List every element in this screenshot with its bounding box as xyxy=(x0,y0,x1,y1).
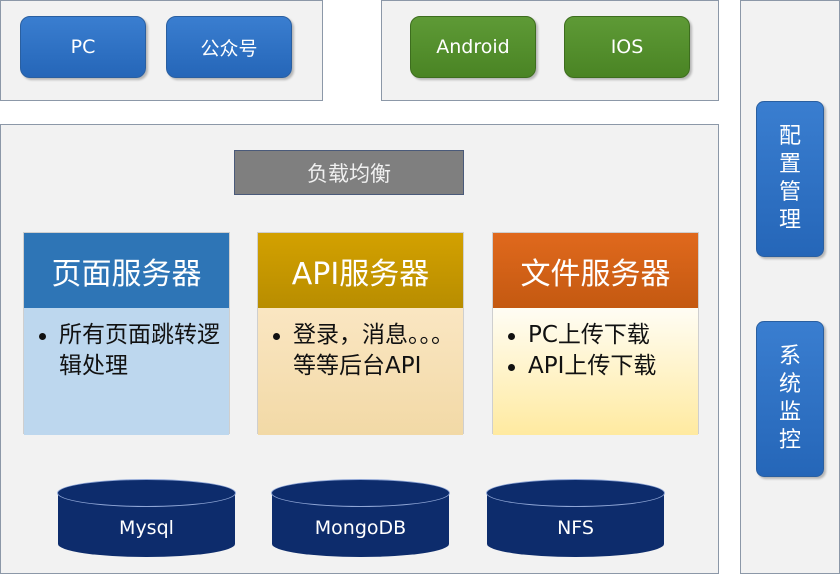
client-android-label: Android xyxy=(436,36,510,58)
list-item: 登录，消息。。。等等后台API xyxy=(268,320,455,382)
client-pc-label: PC xyxy=(70,36,96,58)
api-server-item: 登录，消息。。。等等后台API xyxy=(293,322,454,379)
page-server-title: 页面服务器 xyxy=(24,233,229,308)
database-nfs: NFS xyxy=(486,479,665,557)
list-item: PC上传下载 xyxy=(503,320,690,351)
file-server-item-pc: PC上传下载 xyxy=(528,322,650,348)
client-wechat-label: 公众号 xyxy=(200,37,258,60)
file-server-body: PC上传下载 API上传下载 xyxy=(493,308,698,435)
page-server: 页面服务器 所有页面跳转逻辑处理 xyxy=(23,232,230,435)
client-pc: PC xyxy=(20,16,146,78)
api-server: API服务器 登录，消息。。。等等后台API xyxy=(257,232,464,435)
database-mongodb-label: MongoDB xyxy=(314,516,407,539)
page-server-body: 所有页面跳转逻辑处理 xyxy=(24,308,229,435)
client-wechat: 公众号 xyxy=(166,16,292,78)
bullet-icon xyxy=(508,364,515,371)
list-item: API上传下载 xyxy=(503,351,690,382)
file-server: 文件服务器 PC上传下载 API上传下载 xyxy=(492,232,699,435)
bullet-icon xyxy=(508,333,515,340)
database-mysql: Mysql xyxy=(57,479,236,557)
client-android: Android xyxy=(410,16,536,78)
load-balancer: 负载均衡 xyxy=(234,150,464,195)
load-balancer-label: 负载均衡 xyxy=(307,161,391,186)
system-monitoring: 系统监控 xyxy=(756,321,824,477)
database-mysql-label: Mysql xyxy=(119,516,174,539)
config-management-label: 配置管理 xyxy=(778,124,801,233)
client-ios-label: IOS xyxy=(610,36,644,58)
config-management: 配置管理 xyxy=(756,101,824,257)
system-monitoring-label: 系统监控 xyxy=(778,344,801,453)
client-ios: IOS xyxy=(564,16,690,78)
list-item: 所有页面跳转逻辑处理 xyxy=(34,320,221,382)
page-server-item: 所有页面跳转逻辑处理 xyxy=(59,322,220,379)
ops-panel xyxy=(740,0,840,574)
api-server-body: 登录，消息。。。等等后台API xyxy=(258,308,463,435)
database-nfs-label: NFS xyxy=(557,516,594,539)
file-server-item-api: API上传下载 xyxy=(528,353,657,379)
file-server-title: 文件服务器 xyxy=(493,233,698,308)
database-mongodb: MongoDB xyxy=(271,479,450,557)
bullet-icon xyxy=(273,333,280,340)
bullet-icon xyxy=(39,333,46,340)
api-server-title: API服务器 xyxy=(258,233,463,308)
